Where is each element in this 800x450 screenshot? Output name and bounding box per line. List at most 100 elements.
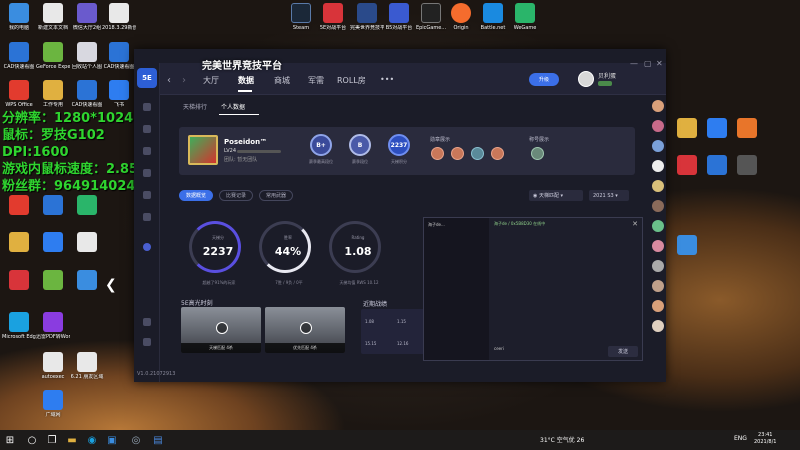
more-icon[interactable]: ••• bbox=[380, 75, 394, 84]
upgrade-button[interactable]: 升级 bbox=[529, 73, 559, 86]
task-view-icon[interactable]: ❐ bbox=[46, 434, 58, 446]
desktop-icon-wan[interactable]: 广域网 bbox=[36, 390, 70, 418]
desktop-icon-right-2[interactable] bbox=[700, 118, 734, 140]
desktop-icon-origin[interactable]: Origin bbox=[444, 3, 478, 31]
windows-start-icon[interactable]: ⊞ bbox=[4, 434, 16, 446]
tab-roll-room[interactable]: ROLL房 bbox=[337, 75, 366, 86]
friend-avatar[interactable] bbox=[652, 120, 664, 132]
player-avatar[interactable] bbox=[188, 135, 218, 165]
friend-avatar[interactable] bbox=[652, 240, 664, 252]
desktop-icon-misc-2[interactable] bbox=[36, 195, 70, 217]
chat-contact[interactable]: 海子de... bbox=[428, 222, 445, 228]
tab-supplies[interactable]: 军需 bbox=[308, 75, 324, 86]
play-icon[interactable] bbox=[300, 322, 312, 334]
desktop-icon-wps[interactable]: WPS Office bbox=[2, 80, 36, 108]
send-button[interactable]: 发送 bbox=[608, 346, 638, 357]
highlight-clip[interactable]: 天梯匹配 4杀 bbox=[181, 307, 261, 353]
player-name[interactable]: Poseidon™ bbox=[224, 138, 267, 146]
subtab-personal-data[interactable]: 个人数据 bbox=[221, 102, 245, 111]
desktop-icon-geforce[interactable]: GeForce Experience bbox=[36, 42, 70, 70]
file-explorer-icon[interactable]: ▬ bbox=[66, 434, 78, 446]
friend-avatar[interactable] bbox=[652, 280, 664, 292]
medal-icon[interactable] bbox=[471, 147, 484, 160]
sidebar-home-icon[interactable] bbox=[143, 103, 151, 111]
play-icon[interactable] bbox=[216, 322, 228, 334]
desktop-icon-right-1[interactable] bbox=[670, 118, 704, 140]
tab-common-weapons[interactable]: 常用武器 bbox=[259, 190, 293, 201]
title-badge-icon[interactable] bbox=[531, 147, 544, 160]
app-logo[interactable]: 5E bbox=[137, 68, 157, 88]
5e-taskbar-icon[interactable]: ▤ bbox=[152, 434, 164, 446]
desktop-icon-misc-9[interactable] bbox=[70, 270, 104, 292]
chevron-left-icon[interactable]: ❮ bbox=[105, 277, 117, 293]
friend-avatar[interactable] bbox=[652, 260, 664, 272]
desktop-icon-report[interactable]: 2018.3.29新创周报 bbox=[102, 3, 136, 31]
desktop-icon-cad-3[interactable]: CAD快速看图 bbox=[70, 80, 104, 108]
clock[interactable]: 23:41 2021/8/1 bbox=[754, 432, 776, 446]
friend-avatar[interactable] bbox=[652, 300, 664, 312]
desktop-icon-misc-1[interactable] bbox=[2, 195, 36, 217]
tab-lobby[interactable]: 大厅 bbox=[203, 75, 219, 86]
sidebar-friends-icon[interactable] bbox=[143, 169, 151, 177]
steam-icon[interactable]: ◎ bbox=[130, 434, 142, 446]
season-select[interactable]: 2021 S3 ▾ bbox=[589, 190, 629, 201]
desktop-icon-feishu[interactable]: 飞书 bbox=[102, 80, 136, 108]
forward-arrow-icon[interactable]: › bbox=[182, 75, 186, 86]
sidebar-chevron-icon[interactable] bbox=[143, 243, 151, 251]
desktop-icon-autoexec[interactable]: autoexec bbox=[36, 352, 70, 380]
highlight-clip[interactable]: 优先匹配 4杀 bbox=[265, 307, 345, 353]
rank-badge-season-best[interactable]: B+ bbox=[310, 134, 332, 156]
desktop-icon-misc-8[interactable] bbox=[36, 270, 70, 292]
desktop-icon-my-computer[interactable]: 我的电脑 bbox=[2, 3, 36, 31]
desktop-icon-misc-7[interactable] bbox=[2, 270, 36, 292]
desktop-icon-misc-3[interactable] bbox=[70, 195, 104, 217]
weather-widget[interactable]: 31°C 空气优 26 bbox=[540, 435, 584, 444]
desktop-icon-steam[interactable]: Steam bbox=[284, 3, 318, 31]
desktop-icon-epic[interactable]: EpicGame... bbox=[414, 3, 448, 31]
desktop-icon-b5[interactable]: B5对战平台 bbox=[382, 3, 416, 31]
tab-data-overview[interactable]: 数据概览 bbox=[179, 190, 213, 201]
desktop-icon-misc-5[interactable] bbox=[36, 232, 70, 254]
desktop-icon-right-3[interactable] bbox=[730, 118, 764, 140]
language-indicator[interactable]: ENG bbox=[734, 435, 747, 442]
sidebar-shop-icon[interactable] bbox=[143, 191, 151, 199]
desktop-icon-5e[interactable]: 5E对战平台 bbox=[316, 3, 350, 31]
desktop-icon-work-folder[interactable]: 工作专用 bbox=[36, 80, 70, 108]
sidebar-wifi-icon[interactable] bbox=[143, 213, 151, 221]
minimize-icon[interactable]: — bbox=[630, 59, 638, 68]
medal-icon[interactable] bbox=[431, 147, 444, 160]
desktop-icon-right-4[interactable] bbox=[670, 155, 704, 177]
desktop-icon-right-6[interactable] bbox=[730, 155, 764, 177]
desktop-icon-zone[interactable]: 6.21 朋友区域 bbox=[70, 352, 104, 380]
desktop-icon-right-7[interactable] bbox=[670, 235, 704, 257]
tab-match-history[interactable]: 比赛记录 bbox=[219, 190, 253, 201]
tab-shop[interactable]: 商城 bbox=[274, 75, 290, 86]
desktop-icon-pdf-word[interactable]: 迅雷PDF转Word bbox=[36, 312, 70, 340]
avatar[interactable] bbox=[578, 71, 594, 87]
friend-avatar[interactable] bbox=[652, 200, 664, 212]
taskbar-app-icon[interactable]: ▣ bbox=[106, 434, 118, 446]
desktop-icon-perfect-world[interactable]: 完美世界竞技平台 bbox=[350, 3, 384, 31]
desktop-icon-battlenet[interactable]: Battle.net bbox=[476, 3, 510, 31]
sidebar-play-icon[interactable] bbox=[143, 125, 151, 133]
rank-badge-season[interactable]: B bbox=[349, 134, 371, 156]
rank-badge-score[interactable]: 2237 bbox=[388, 134, 410, 156]
desktop-icon-edge[interactable]: Microsoft Edge bbox=[2, 312, 36, 340]
subtab-ladder-rank[interactable]: 天梯排行 bbox=[183, 102, 207, 111]
sidebar-settings-icon[interactable] bbox=[143, 338, 151, 346]
maximize-icon[interactable]: ▢ bbox=[644, 59, 652, 68]
medal-icon[interactable] bbox=[451, 147, 464, 160]
close-icon[interactable]: ✕ bbox=[632, 220, 638, 228]
sidebar-trophy-icon[interactable] bbox=[143, 147, 151, 155]
friend-avatar[interactable] bbox=[652, 100, 664, 112]
medal-icon[interactable] bbox=[491, 147, 504, 160]
tab-data[interactable]: 数据 bbox=[238, 75, 254, 86]
friend-avatar[interactable] bbox=[652, 320, 664, 332]
back-arrow-icon[interactable]: ‹ bbox=[167, 75, 171, 86]
desktop-icon-misc-6[interactable] bbox=[70, 232, 104, 254]
desktop-icon-text-doc[interactable]: 新建文本文档 bbox=[36, 3, 70, 31]
desktop-icon-misc-4[interactable] bbox=[2, 232, 36, 254]
desktop-icon-recycle[interactable]: 回收站个人图 bbox=[70, 42, 104, 70]
edge-icon[interactable]: ◉ bbox=[86, 434, 98, 446]
mode-select[interactable]: ◉ 天梯匹配 ▾ bbox=[529, 190, 583, 201]
